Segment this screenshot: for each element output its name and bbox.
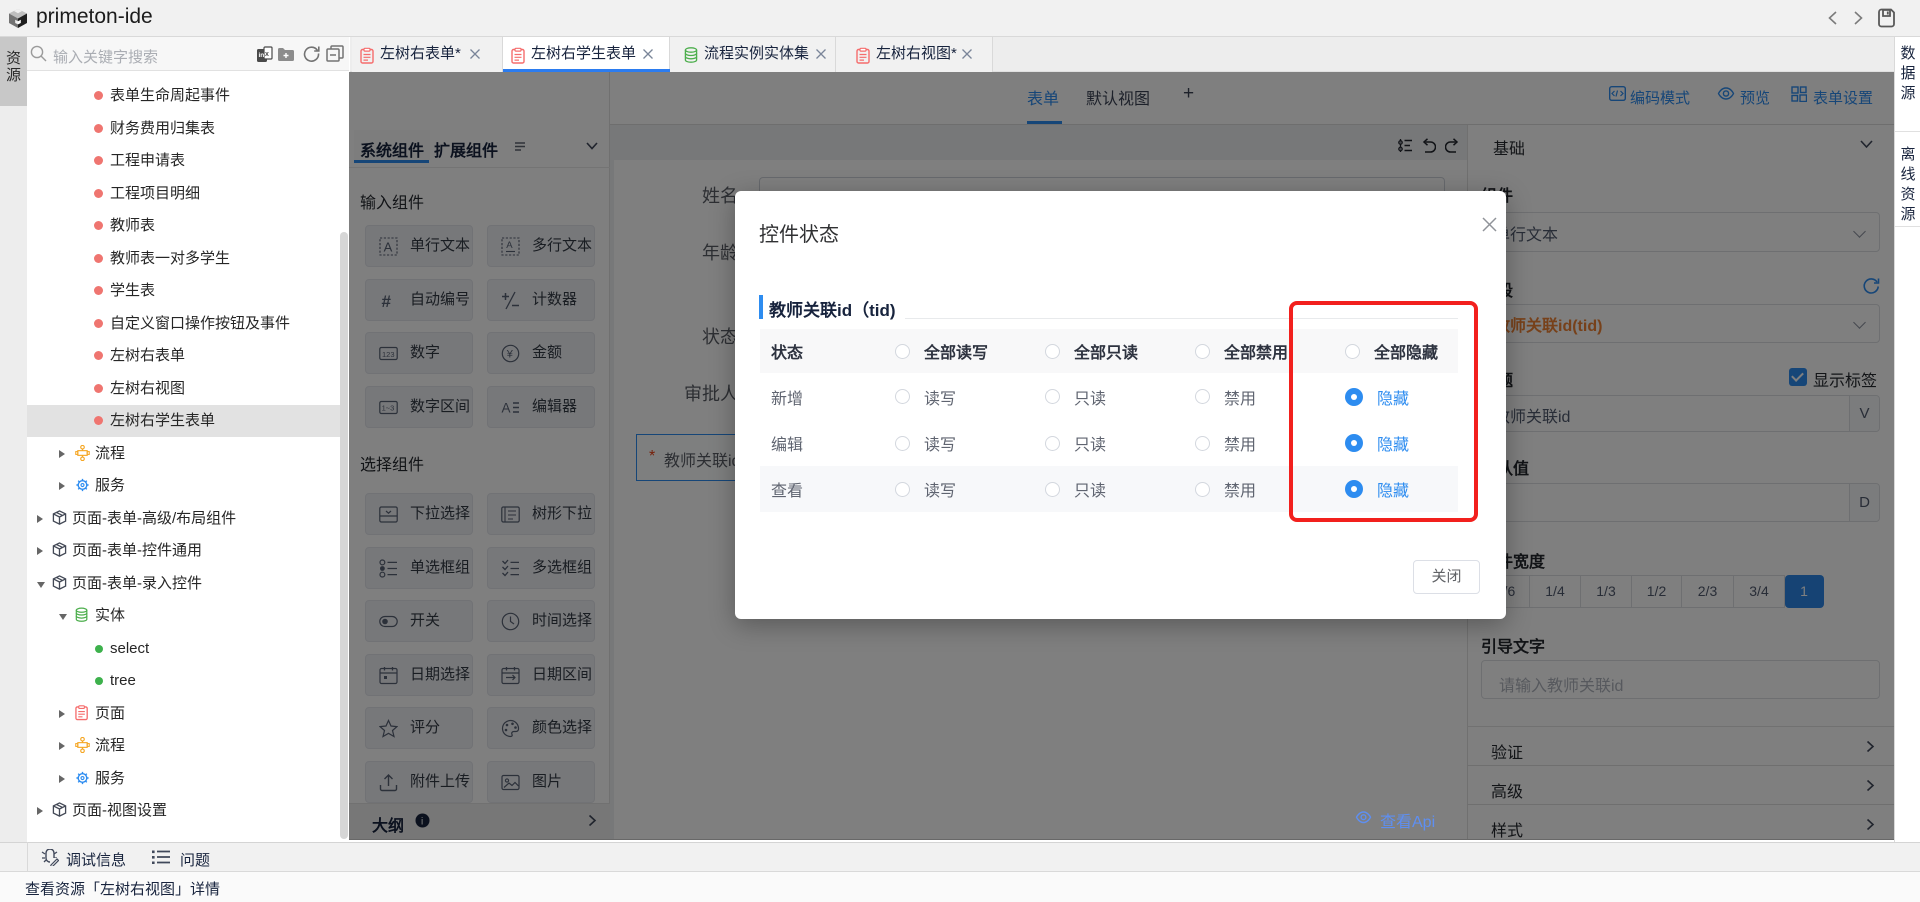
svg-text:x: x <box>265 51 269 58</box>
svg-text:in: in <box>259 52 265 59</box>
